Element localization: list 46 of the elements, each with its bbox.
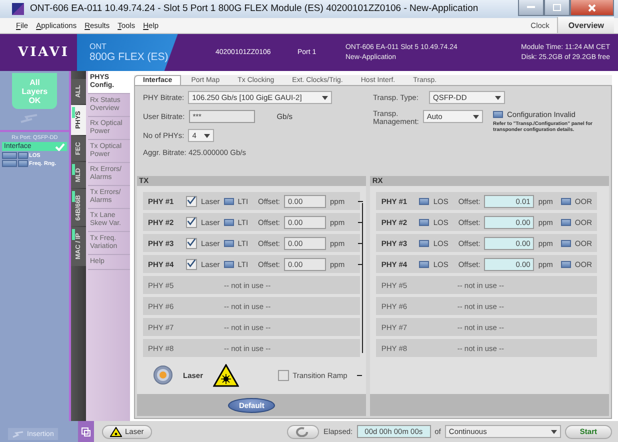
leader-line	[358, 264, 364, 265]
link-icon	[20, 114, 38, 124]
led-indicator	[224, 198, 234, 205]
laser-checkbox[interactable]	[186, 216, 197, 228]
led-indicator	[419, 260, 430, 268]
led-indicator	[419, 198, 430, 205]
copy-icon[interactable]	[81, 426, 91, 437]
leader-line	[358, 200, 364, 202]
minimize-button[interactable]	[518, 0, 544, 16]
dropdown-arrow-icon	[495, 96, 501, 100]
leader-line	[358, 222, 364, 223]
led-indicator	[560, 218, 571, 226]
refresh-button[interactable]	[287, 424, 320, 439]
led-indicator	[560, 240, 571, 247]
dropdown-arrow-icon	[473, 114, 479, 119]
dropdown-arrow-icon	[322, 96, 328, 100]
leader-line	[357, 374, 362, 376]
close-icon	[588, 4, 596, 12]
led-indicator	[224, 260, 234, 268]
led-indicator	[224, 218, 234, 226]
led-indicator	[419, 240, 430, 247]
dropdown-arrow-icon	[204, 134, 210, 138]
app-icon	[12, 2, 24, 15]
led-indicator	[493, 111, 503, 118]
laser-indicator-icon	[153, 365, 173, 386]
maximize-icon	[553, 4, 561, 11]
laser-checkbox[interactable]	[186, 238, 197, 249]
led-indicator	[419, 218, 430, 226]
led-indicator	[560, 198, 571, 205]
link-icon	[12, 430, 24, 438]
transition-ramp-checkbox[interactable]	[278, 370, 289, 381]
window-title: ONT-606 EA-011 10.49.74.24 - Slot 5 Port 1 800G FLEX Module (ES) 40200101ZZ0106 - New-Application	[30, 3, 480, 14]
maximize-button[interactable]	[544, 0, 570, 16]
laser-checkbox[interactable]	[186, 258, 197, 270]
close-button[interactable]	[570, 0, 614, 16]
dropdown-arrow-icon	[550, 430, 557, 434]
warning-icon	[110, 426, 122, 437]
led-indicator	[560, 260, 571, 268]
logo: VIAVI	[16, 45, 70, 60]
laser-warning-icon	[213, 364, 240, 387]
overview-button[interactable]: Overview	[557, 17, 614, 34]
minimize-icon	[527, 6, 535, 9]
laser-checkbox[interactable]	[186, 196, 197, 207]
leader-line	[358, 242, 364, 244]
led-indicator	[224, 240, 234, 247]
check-icon	[55, 142, 66, 151]
